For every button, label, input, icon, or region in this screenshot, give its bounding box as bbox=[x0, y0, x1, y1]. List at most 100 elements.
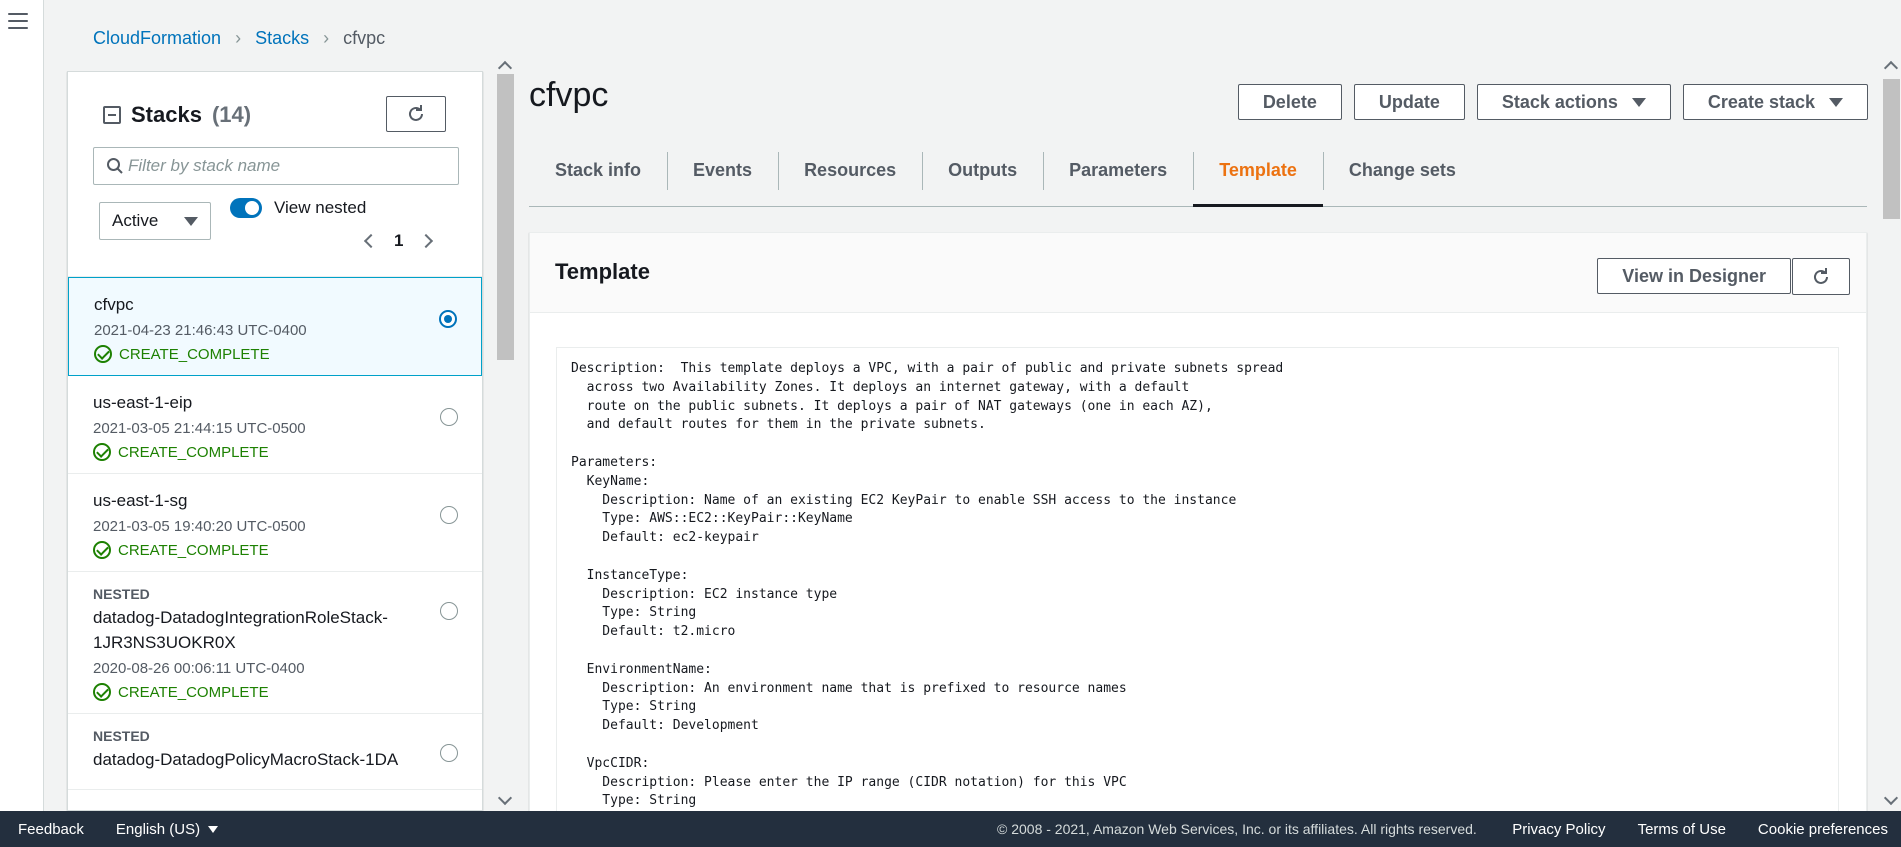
stack-search-input[interactable] bbox=[128, 156, 458, 176]
tab-events[interactable]: Events bbox=[667, 148, 778, 207]
language-selector[interactable]: English (US) bbox=[115, 820, 219, 838]
template-container: Template View in Designer Description: T… bbox=[529, 232, 1867, 847]
stack-status: CREATE_COMPLETE bbox=[93, 443, 457, 461]
delete-button[interactable]: Delete bbox=[1237, 84, 1342, 120]
breadcrumb: CloudFormation › Stacks › cfvpc bbox=[93, 28, 385, 49]
tab-template[interactable]: Template bbox=[1193, 148, 1323, 207]
radio-icon[interactable] bbox=[440, 602, 458, 620]
create-stack-label: Create stack bbox=[1707, 91, 1815, 112]
feedback-link[interactable]: Feedback bbox=[18, 821, 84, 838]
terms-of-use-link[interactable]: Terms of Use bbox=[1638, 821, 1726, 838]
language-label: English (US) bbox=[115, 820, 201, 838]
view-nested-toggle[interactable] bbox=[230, 198, 262, 218]
stack-name[interactable]: datadog-DatadogIntegrationRoleStack-1JR3… bbox=[93, 605, 457, 655]
stack-detail-tabs: Stack info Events Resources Outputs Paramete… bbox=[529, 148, 1867, 207]
breadcrumb-current: cfvpc bbox=[343, 28, 386, 48]
stack-status-text: CREATE_COMPLETE bbox=[118, 683, 269, 701]
radio-icon[interactable] bbox=[440, 744, 458, 762]
delete-label: Delete bbox=[1262, 91, 1317, 112]
caret-down-icon bbox=[1829, 97, 1843, 107]
scroll-down-icon[interactable] bbox=[497, 790, 513, 806]
template-code-text: Description: This template deploys a VPC… bbox=[571, 361, 1284, 809]
status-filter-value: Active bbox=[112, 211, 159, 230]
stacks-panel-title: Stacks (14) bbox=[103, 102, 251, 128]
chevron-right-icon[interactable] bbox=[419, 233, 434, 249]
tab-change-sets[interactable]: Change sets bbox=[1322, 148, 1482, 207]
stack-list-item[interactable]: NESTED datadog-DatadogIntegrationRoleStac… bbox=[68, 572, 482, 714]
view-nested-toggle-group: View nested bbox=[230, 198, 366, 218]
stacks-panel: Stacks (14) Active View nested 1 cfvpc 20… bbox=[67, 71, 483, 811]
stack-actions-label: Stack actions bbox=[1501, 91, 1618, 112]
side-navigation-rail bbox=[0, 0, 44, 811]
stack-status-text: CREATE_COMPLETE bbox=[119, 345, 270, 363]
page-title: cfvpc bbox=[529, 76, 609, 114]
stack-status: CREATE_COMPLETE bbox=[93, 683, 457, 701]
check-circle-icon bbox=[93, 541, 111, 559]
check-circle-icon bbox=[94, 345, 112, 363]
stack-name[interactable]: us-east-1-sg bbox=[93, 488, 457, 513]
cookie-preferences-link[interactable]: Cookie preferences bbox=[1758, 821, 1888, 838]
refresh-stacks-button[interactable] bbox=[386, 96, 446, 132]
chevron-left-icon[interactable] bbox=[363, 233, 379, 249]
template-code[interactable]: Description: This template deploys a VPC… bbox=[556, 347, 1839, 847]
scroll-up-icon[interactable] bbox=[1883, 60, 1899, 76]
page-scrollbar[interactable] bbox=[1881, 59, 1901, 811]
tab-parameters[interactable]: Parameters bbox=[1043, 148, 1193, 207]
pagination: 1 bbox=[363, 231, 434, 251]
view-in-designer-button[interactable]: View in Designer bbox=[1597, 258, 1791, 294]
update-label: Update bbox=[1378, 91, 1440, 112]
tab-resources[interactable]: Resources bbox=[778, 148, 922, 207]
menu-icon[interactable] bbox=[8, 12, 28, 30]
tab-outputs[interactable]: Outputs bbox=[922, 148, 1043, 207]
stack-actions-button[interactable]: Stack actions bbox=[1476, 84, 1671, 120]
scroll-up-icon[interactable] bbox=[497, 60, 513, 76]
stack-created-date: 2021-03-05 19:40:20 UTC-0500 bbox=[93, 518, 306, 535]
radio-icon[interactable] bbox=[440, 408, 458, 426]
tab-stack-info[interactable]: Stack info bbox=[529, 148, 667, 207]
refresh-icon bbox=[409, 105, 423, 121]
stacks-count: (14) bbox=[211, 102, 252, 127]
chevron-right-icon: › bbox=[323, 28, 330, 48]
stack-list-scrollbar[interactable] bbox=[495, 59, 515, 811]
stack-list-item[interactable]: cfvpc 2021-04-23 21:46:43 UTC-0400 CREATE_… bbox=[68, 277, 482, 376]
stack-name[interactable]: us-east-1-eip bbox=[93, 390, 457, 415]
view-nested-label: View nested bbox=[274, 198, 367, 217]
stack-created-date: 2021-04-23 21:46:43 UTC-0400 bbox=[94, 322, 307, 339]
footer-links: Privacy Policy Terms of Use Cookie prefe… bbox=[1512, 821, 1888, 838]
stack-name[interactable]: cfvpc bbox=[94, 292, 456, 317]
stack-search-field[interactable] bbox=[93, 147, 459, 185]
copyright-text: © 2008 - 2021, Amazon Web Services, Inc.… bbox=[997, 821, 1477, 837]
stack-list-item[interactable]: NESTED datadog-DatadogPolicyMacroStack-1D… bbox=[68, 714, 482, 790]
caret-down-icon bbox=[184, 216, 198, 226]
stack-list: cfvpc 2021-04-23 21:46:43 UTC-0400 CREATE_… bbox=[68, 277, 482, 790]
caret-down-icon bbox=[1631, 97, 1646, 107]
page-number[interactable]: 1 bbox=[394, 231, 403, 251]
view-in-designer-label: View in Designer bbox=[1622, 265, 1766, 286]
privacy-policy-link[interactable]: Privacy Policy bbox=[1512, 821, 1605, 838]
stack-name[interactable]: datadog-DatadogPolicyMacroStack-1DA bbox=[93, 747, 457, 772]
template-header: Template View in Designer bbox=[530, 233, 1866, 313]
console-footer: Feedback English (US) © 2008 - 2021, Ama… bbox=[0, 811, 1901, 847]
stack-list-item[interactable]: us-east-1-eip 2021-03-05 21:44:15 UTC-050… bbox=[68, 376, 482, 474]
collapse-icon[interactable] bbox=[103, 106, 121, 124]
scroll-down-icon[interactable] bbox=[1883, 790, 1899, 806]
radio-icon[interactable] bbox=[439, 310, 457, 328]
nested-tag: NESTED bbox=[93, 586, 150, 602]
status-filter-select[interactable]: Active bbox=[99, 202, 211, 240]
nested-tag: NESTED bbox=[93, 728, 150, 744]
radio-icon[interactable] bbox=[440, 506, 458, 524]
update-button[interactable]: Update bbox=[1353, 84, 1465, 120]
refresh-template-button[interactable] bbox=[1792, 258, 1850, 295]
scrollbar-thumb[interactable] bbox=[1883, 79, 1900, 219]
stack-status-text: CREATE_COMPLETE bbox=[118, 443, 269, 461]
breadcrumb-stacks[interactable]: Stacks bbox=[255, 28, 309, 49]
stack-status: CREATE_COMPLETE bbox=[94, 345, 456, 363]
stack-status-text: CREATE_COMPLETE bbox=[118, 541, 269, 559]
stacks-panel-header: Stacks (14) Active View nested 1 bbox=[68, 72, 482, 277]
stack-status: CREATE_COMPLETE bbox=[93, 541, 457, 559]
stack-list-item[interactable]: us-east-1-sg 2021-03-05 19:40:20 UTC-0500… bbox=[68, 474, 482, 572]
create-stack-button[interactable]: Create stack bbox=[1682, 84, 1868, 120]
breadcrumb-cloudformation[interactable]: CloudFormation bbox=[93, 28, 221, 49]
template-heading: Template bbox=[555, 259, 650, 284]
scrollbar-thumb[interactable] bbox=[497, 74, 514, 360]
